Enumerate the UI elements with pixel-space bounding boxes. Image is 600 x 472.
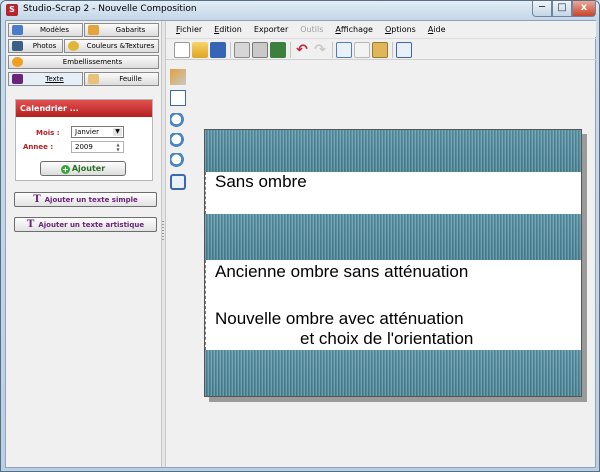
zoom-fit-icon[interactable]	[170, 153, 186, 169]
texture-strip	[205, 214, 581, 260]
toolbar: ↶ ↷	[166, 38, 596, 60]
menu-affichage-rest: ffichage	[340, 24, 373, 34]
tab-embellissements[interactable]: Embellissements	[8, 55, 159, 69]
redo-icon[interactable]: ↷	[312, 42, 328, 58]
stencil-icon	[88, 25, 99, 35]
templates-icon	[12, 25, 23, 35]
tab-photos[interactable]: Photos	[8, 39, 63, 53]
window-title: Studio-Scrap 2 - Nouvelle Composition	[23, 4, 197, 14]
calendar-panel: Calendrier ... Mois : Janvier ▼ Annee : …	[15, 99, 153, 181]
tab-feuille-label: Feuille	[119, 75, 142, 83]
text-icon: T	[33, 194, 41, 205]
add-icon: +	[60, 165, 70, 174]
mois-select[interactable]: Janvier ▼	[71, 126, 124, 138]
tab-texte[interactable]: Texte	[8, 72, 83, 86]
toolbar-separator	[290, 42, 291, 58]
app-window: S Studio-Scrap 2 - Nouvelle Composition …	[0, 0, 600, 472]
calendar-header: Calendrier ...	[16, 100, 152, 117]
spinner-icon[interactable]: ▲ ▼	[114, 142, 122, 152]
tab-texte-label: Texte	[45, 75, 64, 83]
text-tool-icon	[12, 74, 23, 84]
minimize-button[interactable]: ─	[532, 1, 552, 17]
tools-icon[interactable]	[170, 69, 186, 85]
export-icon[interactable]	[270, 42, 286, 58]
app-logo-icon: S	[6, 4, 18, 16]
tab-embellissements-label: Embellissements	[62, 58, 123, 66]
zoom-in-icon[interactable]	[170, 113, 186, 129]
text-ancienne-ombre[interactable]: Ancienne ombre sans atténuation	[215, 262, 468, 282]
toolbar-separator	[230, 42, 231, 58]
toolbar-separator	[332, 42, 333, 58]
tab-couleurs-label: Couleurs &Textures	[86, 42, 155, 50]
print-preview-icon[interactable]	[234, 42, 250, 58]
annee-value: 2009	[75, 143, 93, 151]
menu-fichier[interactable]: Fichier	[176, 25, 202, 34]
menu-outils: Outils	[300, 24, 324, 34]
splitter-grip[interactable]	[162, 221, 164, 241]
palette-icon	[68, 41, 79, 51]
annee-label: Annee :	[23, 143, 54, 151]
add-artistic-text-label: Ajouter un texte artistique	[38, 221, 145, 229]
tab-photos-label: Photos	[32, 42, 57, 50]
title-bar[interactable]: S Studio-Scrap 2 - Nouvelle Composition …	[1, 1, 599, 20]
guide-line	[205, 260, 206, 350]
texture-strip	[205, 350, 581, 396]
toolbar-separator	[392, 42, 393, 58]
copy-icon[interactable]	[336, 42, 352, 58]
client-area: Modèles Gabarits Photos Couleurs &Textur…	[5, 20, 596, 468]
texture-strip	[205, 130, 581, 172]
tab-modeles[interactable]: Modèles	[8, 23, 83, 37]
text-nouvelle-ombre[interactable]: Nouvelle ombre avec atténuation	[215, 309, 464, 329]
star-icon	[12, 57, 23, 67]
menu-edition-rest: dition	[219, 24, 242, 34]
canvas-area[interactable]: Sans ombre Ancienne ombre sans atténuati…	[190, 61, 595, 466]
sheet-icon	[88, 74, 99, 84]
photo-icon	[12, 41, 23, 51]
zoom-out-icon[interactable]	[170, 133, 186, 149]
maximize-button[interactable]: □	[552, 1, 572, 17]
list-icon[interactable]	[170, 90, 186, 106]
open-folder-icon[interactable]	[192, 42, 208, 58]
menu-affichage[interactable]: Affichage	[335, 25, 373, 34]
close-button[interactable]: x	[572, 1, 596, 17]
new-document-icon[interactable]	[174, 42, 190, 58]
tab-feuille[interactable]: Feuille	[84, 72, 159, 86]
menu-fichier-rest: ichier	[180, 24, 203, 34]
text-orientation[interactable]: et choix de l'orientation	[300, 329, 473, 349]
menu-bar: Fichier Edition Exporter Outils Affichag…	[166, 21, 596, 37]
print-icon[interactable]	[252, 42, 268, 58]
undo-icon[interactable]: ↶	[294, 42, 310, 58]
menu-exporter[interactable]: Exporter	[254, 25, 288, 34]
menu-edition[interactable]: Edition	[214, 25, 242, 34]
add-simple-text-button[interactable]: T Ajouter un texte simple	[14, 192, 157, 207]
chevron-down-icon[interactable]: ▼	[113, 128, 122, 136]
menu-aide[interactable]: Aide	[428, 25, 446, 34]
tab-couleurs[interactable]: Couleurs &Textures	[64, 39, 159, 53]
paste-icon[interactable]	[372, 42, 388, 58]
menu-options[interactable]: Options	[385, 25, 416, 34]
menu-aide-rest: ide	[433, 24, 446, 34]
tab-gabarits[interactable]: Gabarits	[84, 23, 159, 37]
tab-modeles-label: Modèles	[40, 26, 69, 34]
ajouter-button[interactable]: + Ajouter	[40, 161, 126, 176]
cut-icon[interactable]	[354, 42, 370, 58]
full-view-icon[interactable]	[170, 174, 186, 190]
left-panel: Modèles Gabarits Photos Couleurs &Textur…	[6, 21, 161, 467]
scrap-page[interactable]: Sans ombre Ancienne ombre sans atténuati…	[204, 129, 582, 397]
add-simple-text-label: Ajouter un texte simple	[44, 196, 138, 204]
guide-line	[205, 172, 206, 214]
fit-page-icon[interactable]	[396, 42, 412, 58]
text-sans-ombre[interactable]: Sans ombre	[215, 172, 307, 192]
save-icon[interactable]	[210, 42, 226, 58]
view-tool-strip	[166, 61, 188, 201]
annee-input[interactable]: 2009 ▲ ▼	[71, 141, 124, 153]
menu-options-rest: ptions	[391, 24, 416, 34]
artistic-text-icon: T	[26, 219, 35, 230]
add-artistic-text-button[interactable]: T Ajouter un texte artistique	[14, 217, 157, 232]
ajouter-label: Ajouter	[71, 164, 106, 173]
mois-value: Janvier	[75, 128, 100, 136]
mois-label: Mois :	[36, 129, 60, 137]
tab-gabarits-label: Gabarits	[115, 26, 146, 34]
